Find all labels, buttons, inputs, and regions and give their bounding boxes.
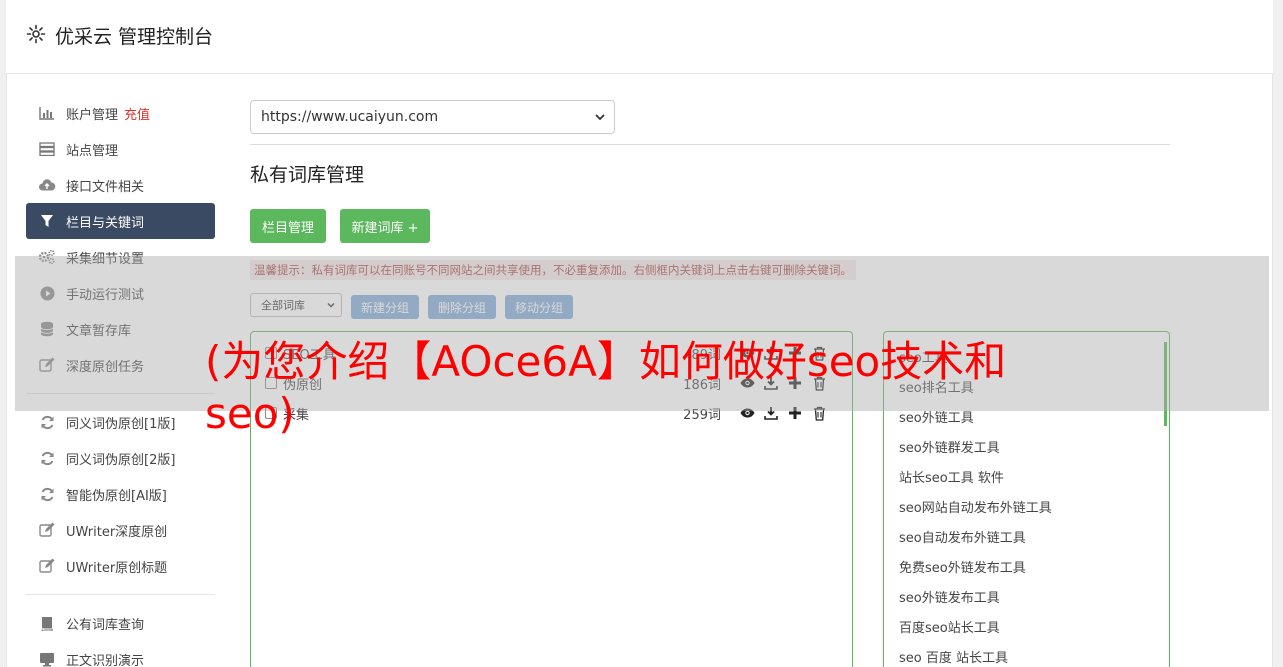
sidebar-divider xyxy=(26,594,215,595)
keyword-item[interactable]: seo自动发布外链工具 xyxy=(899,527,1026,546)
sidebar-item-label: 同义词伪原创[1版] xyxy=(66,416,176,432)
header: 优采云 管理控制台 xyxy=(6,0,1273,74)
recharge-link[interactable]: 充值 xyxy=(124,104,150,123)
keyword-item[interactable]: 站长seo工具 软件 xyxy=(899,467,1004,486)
sidebar-item-label: UWriter原创标题 xyxy=(66,560,168,576)
sidebar-item-uwriter-deep[interactable]: UWriter深度原创 xyxy=(26,512,215,548)
bar-chart-icon xyxy=(38,104,56,122)
app-title: 优采云 管理控制台 xyxy=(55,26,214,48)
keyword-item[interactable]: seo网站自动发布外链工具 xyxy=(899,497,1052,516)
refresh-icon xyxy=(38,485,56,503)
sidebar-item-label: 智能伪原创[AI版] xyxy=(66,488,167,504)
site-select-value: https://www.ucaiyun.com xyxy=(261,109,439,125)
filter-icon xyxy=(38,212,56,230)
cloud-upload-icon xyxy=(38,176,56,194)
edit-icon xyxy=(38,557,56,575)
keyword-item[interactable]: 免费seo外链发布工具 xyxy=(899,557,1026,576)
page-title: 私有词库管理 xyxy=(250,164,365,186)
keyword-item[interactable]: seo 百度 站长工具 xyxy=(899,647,1008,666)
refresh-icon xyxy=(38,413,56,431)
divider xyxy=(250,144,1170,145)
sidebar-item-label: 站点管理 xyxy=(66,143,119,159)
keyword-item[interactable]: seo外链发布工具 xyxy=(899,587,1000,606)
sidebar-item-label: 接口文件相关 xyxy=(66,179,145,195)
new-lexicon-button[interactable]: 新建词库 + xyxy=(340,209,430,243)
sidebar-item-public-lexicon[interactable]: 公有词库查询 xyxy=(26,605,215,641)
refresh-icon xyxy=(38,449,56,467)
sidebar-item-uwriter-title[interactable]: UWriter原创标题 xyxy=(26,548,215,584)
sidebar-item-synonym-v2[interactable]: 同义词伪原创[2版] xyxy=(26,440,215,476)
sidebar-item-text-recognition[interactable]: 正文识别演示 xyxy=(26,641,215,667)
gear-icon xyxy=(26,24,46,44)
sidebar-item-label: 账户管理 xyxy=(66,107,119,123)
book-icon xyxy=(38,614,56,632)
sidebar-item-label: UWriter深度原创 xyxy=(66,524,168,540)
server-icon xyxy=(38,140,56,158)
overlay-caption: (为您介绍【AOce6A】如何做好seo技术和seo) xyxy=(205,337,1007,438)
sidebar-item-label: 同义词伪原创[2版] xyxy=(66,452,176,468)
sidebar-item-interface[interactable]: 接口文件相关 xyxy=(26,167,215,203)
sidebar-item-label: 栏目与关键词 xyxy=(66,215,145,231)
monitor-icon xyxy=(38,650,56,667)
sidebar-item-account[interactable]: 账户管理 充值 xyxy=(26,95,215,131)
keyword-item[interactable]: 百度seo站长工具 xyxy=(899,617,1000,636)
sidebar-item-label: 公有词库查询 xyxy=(66,617,145,633)
sidebar-item-columns-keywords[interactable]: 栏目与关键词 xyxy=(26,203,215,239)
column-manage-button[interactable]: 栏目管理 xyxy=(250,209,326,243)
sidebar-item-label: 正文识别演示 xyxy=(66,653,145,667)
chevron-down-icon xyxy=(594,111,606,127)
sidebar-item-sites[interactable]: 站点管理 xyxy=(26,131,215,167)
site-select[interactable]: https://www.ucaiyun.com xyxy=(250,100,615,134)
edit-icon xyxy=(38,521,56,539)
sidebar-item-ai-rewrite[interactable]: 智能伪原创[AI版] xyxy=(26,476,215,512)
